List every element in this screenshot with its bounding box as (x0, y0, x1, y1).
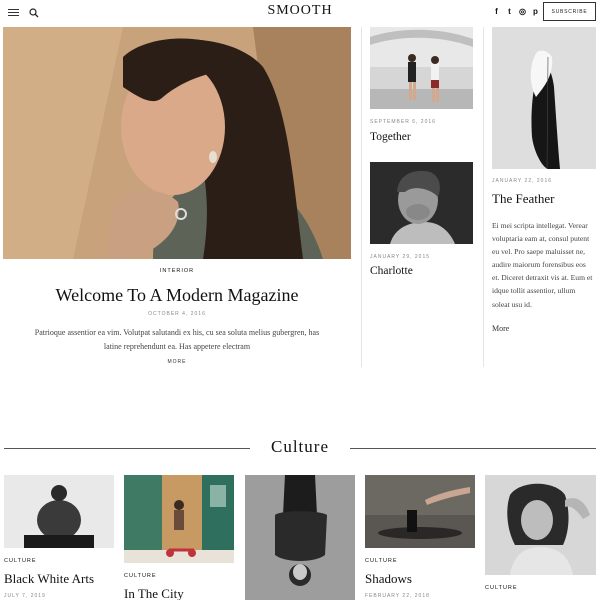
instagram-icon[interactable]: ◎ (519, 7, 526, 17)
section-divider (4, 448, 250, 449)
card-category[interactable]: CULTURE (365, 558, 398, 564)
featured-title[interactable]: Welcome To A Modern Magazine (3, 285, 351, 306)
together-image[interactable] (370, 27, 473, 109)
subscribe-button[interactable]: SUBSCRIBE (543, 2, 596, 21)
man-bw-illustration (4, 475, 114, 548)
card-title[interactable]: Black White Arts (4, 571, 94, 587)
culture-card-image[interactable] (124, 475, 234, 563)
card-category[interactable]: CULTURE (124, 573, 157, 579)
card-category[interactable]: CULTURE (4, 558, 37, 564)
social-links: f t ◎ p (493, 7, 539, 17)
featured-more-link[interactable]: MORE (3, 359, 351, 365)
post-date: JANUARY 22, 2016 (492, 178, 553, 184)
culture-card-image[interactable] (4, 475, 114, 548)
woman-profile-illustration (370, 162, 473, 244)
pinterest-icon[interactable]: p (532, 7, 539, 17)
column-divider (483, 27, 484, 367)
featured-date: OCTOBER 4, 2016 (148, 311, 206, 317)
featured-excerpt: Patrioque assentior ea vim. Volutpat sal… (34, 328, 320, 351)
culture-card-image[interactable] (245, 475, 355, 600)
culture-card-image[interactable] (485, 475, 596, 575)
card-title[interactable]: Shadows (365, 571, 412, 587)
post-more-link[interactable]: More (492, 324, 509, 333)
site-header: SMOOTH f t ◎ p SUBSCRIBE (0, 0, 600, 24)
section-divider (350, 448, 596, 449)
card-title[interactable]: In The City (124, 586, 184, 600)
post-date: JANUARY 29, 2015 (370, 254, 431, 260)
two-women-walking-illustration (370, 27, 473, 109)
culture-card-image[interactable] (365, 475, 475, 548)
section-title: Culture (271, 437, 329, 456)
post-title[interactable]: Charlotte (370, 265, 413, 277)
facebook-icon[interactable]: f (493, 7, 500, 17)
woman-portrait-illustration (3, 27, 351, 259)
card-date: FEBRUARY 22, 2018 (365, 593, 430, 599)
woman-sweater-illustration (485, 475, 596, 575)
woman-lying-illustration (245, 475, 355, 600)
post-title[interactable]: The Feather (492, 191, 554, 207)
post-date: SEPTEMBER 6, 2016 (370, 119, 436, 125)
featured-category[interactable]: INTERIOR (3, 268, 351, 274)
featured-image[interactable] (3, 27, 351, 259)
charlotte-image[interactable] (370, 162, 473, 244)
card-date: JULY 7, 2019 (4, 593, 46, 599)
column-divider (361, 27, 362, 367)
feather-image[interactable] (492, 27, 596, 169)
scooter-girl-illustration (124, 475, 234, 563)
candle-shadow-illustration (365, 475, 475, 548)
twitter-icon[interactable]: t (506, 7, 513, 17)
post-excerpt: Ei mei scripta intellegat. Verear volupt… (492, 221, 593, 309)
feather-illustration (492, 27, 596, 169)
post-title[interactable]: Together (370, 131, 411, 143)
card-category[interactable]: CULTURE (485, 585, 518, 591)
